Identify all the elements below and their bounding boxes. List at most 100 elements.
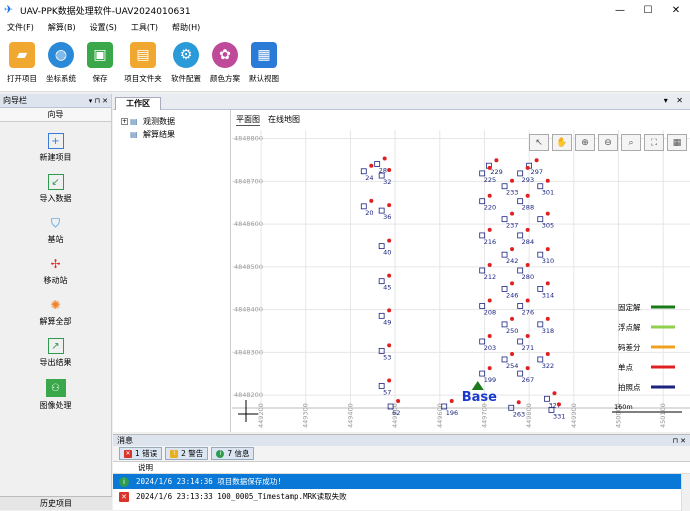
tab-controls-icon[interactable]: ▾ ✕	[664, 96, 686, 105]
history-projects-tab[interactable]: 历史项目	[0, 496, 112, 510]
close-icon[interactable]: ✕	[662, 0, 690, 20]
single-point	[510, 351, 515, 356]
menu-settings[interactable]: 设置(S)	[83, 20, 124, 36]
coordinate-system-button[interactable]: ◍ 坐标系统	[43, 36, 79, 91]
single-point	[510, 178, 515, 183]
default-view-button[interactable]: ▦ 默认视图	[246, 36, 282, 91]
y-tick-label: 4848500	[234, 263, 263, 271]
filter-warnings-button[interactable]: ! 2 警告	[165, 447, 209, 460]
point-label: 271	[522, 344, 534, 352]
plan-chart[interactable]: 4848800 4848700 4848600 4848500 4848400 48483…	[232, 110, 690, 432]
point-label: 267	[522, 376, 534, 384]
info-icon: i	[119, 476, 129, 487]
base-station-icon: ⛉	[50, 215, 60, 230]
project-folder-button[interactable]: ▤ 项目文件夹	[121, 36, 165, 91]
single-point	[487, 262, 492, 267]
single-point	[396, 399, 401, 403]
export-icon: ↗	[47, 338, 64, 354]
navigator-header: 向导	[0, 108, 111, 122]
point-label: 242	[506, 257, 518, 265]
point-label: 237	[506, 222, 518, 230]
open-project-button[interactable]: ▰ 打开项目	[4, 36, 40, 91]
single-point	[487, 298, 492, 303]
zoom-window-icon[interactable]: ⌕	[621, 134, 641, 151]
x-tick-label: 450100	[659, 403, 667, 428]
point-label: 250	[506, 327, 518, 335]
single-point	[369, 163, 374, 168]
y-tick-label: 4848400	[234, 306, 263, 314]
nav-new-project[interactable]: + 新建项目	[0, 133, 111, 163]
single-point	[510, 247, 515, 252]
pin-icon[interactable]: ▾ ⊓ ✕	[89, 97, 108, 105]
x-tick-label: 449700	[480, 403, 488, 428]
pin-icon[interactable]: ⊓ ✕	[672, 437, 686, 445]
zoom-in-icon[interactable]: ⊕	[575, 134, 595, 151]
single-point	[487, 193, 492, 198]
menu-solve[interactable]: 解算(B)	[41, 20, 83, 36]
filter-info-button[interactable]: i 7 信息	[211, 447, 255, 460]
save-icon: ▣	[87, 42, 113, 68]
base-triangle	[471, 381, 484, 391]
tree-node-observation[interactable]: + ▤ 观测数据	[121, 116, 175, 127]
single-point	[545, 281, 550, 286]
tab-workspace[interactable]: 工作区	[115, 97, 161, 110]
message-row[interactable]: ✕ 2024/1/6 23:13:33 100_0005_Timestamp.M…	[113, 489, 690, 504]
plan-view[interactable]: 4848800 4848700 4848600 4848500 4848400 48483…	[232, 110, 690, 432]
tree-node-results[interactable]: ▤ 解算结果	[130, 129, 175, 140]
zoom-out-icon[interactable]: ⊖	[598, 134, 618, 151]
workspace-panel: 工作区 ▾ ✕ + ▤ 观测数据 ▤ 解算结果 4848800 4848700 48…	[113, 94, 690, 432]
single-point	[510, 281, 515, 286]
nav-base-station[interactable]: ⛉ 基站	[0, 215, 111, 245]
messages-title: 消息	[117, 436, 133, 445]
x-tick-label: 449600	[436, 403, 444, 428]
filter-errors-button[interactable]: ✕ 1 错误	[119, 447, 163, 460]
point-label: 49	[383, 318, 391, 326]
y-tick-label: 4848700	[234, 177, 263, 185]
single-point	[525, 165, 530, 170]
grid-icon[interactable]: ▦	[667, 134, 687, 151]
pointer-icon[interactable]: ↖	[529, 134, 549, 151]
x-tick-label: 449300	[302, 403, 310, 428]
project-tree: + ▤ 观测数据 ▤ 解算结果	[113, 110, 231, 432]
software-config-button[interactable]: ⚙ 软件配置	[168, 36, 204, 91]
menu-help[interactable]: 帮助(H)	[165, 20, 207, 36]
new-project-icon: +	[47, 133, 64, 149]
messages-scrollbar[interactable]	[681, 474, 690, 511]
nav-export-results[interactable]: ↗ 导出结果	[0, 338, 111, 368]
expand-icon[interactable]: +	[121, 118, 128, 125]
color-scheme-button[interactable]: ✿ 颜色方案	[207, 36, 243, 91]
settings-icon: ⚙	[173, 42, 199, 68]
point-label: 305	[542, 222, 554, 230]
rover-icon: ✢	[50, 257, 61, 271]
palette-icon: ✿	[212, 42, 238, 68]
zoom-extent-icon[interactable]: ⛶	[644, 134, 664, 151]
nav-rover[interactable]: ✢ 移动站	[0, 256, 111, 286]
nav-solve-all[interactable]: ✺ 解算全部	[0, 297, 111, 327]
message-row[interactable]: i 2024/1/6 23:14:36 项目数据保存成功!	[113, 474, 690, 489]
point-label: 203	[484, 344, 496, 352]
point-label: 199	[484, 376, 496, 384]
menu-file[interactable]: 文件(F)	[0, 20, 41, 36]
menu-tools[interactable]: 工具(T)	[124, 20, 165, 36]
single-point	[487, 165, 492, 170]
observation-data-icon: ▤	[130, 117, 138, 126]
globe-icon: ◍	[48, 42, 74, 68]
nav-import-data[interactable]: ↙ 导入数据	[0, 174, 111, 204]
save-button[interactable]: ▣ 保存	[82, 36, 118, 91]
single-point	[545, 351, 550, 356]
pan-hand-icon[interactable]: ✋	[552, 134, 572, 151]
point-label: 318	[542, 327, 554, 335]
single-point	[494, 158, 499, 163]
column-header-description[interactable]: 说明	[113, 462, 690, 474]
x-tick-label: 449900	[570, 403, 578, 428]
maximize-icon[interactable]: ☐	[634, 0, 662, 20]
nav-image-processing[interactable]: ⚇ 图像处理	[0, 379, 111, 411]
minimize-icon[interactable]: —	[606, 0, 634, 20]
y-tick-label: 4848600	[234, 220, 263, 228]
point-label: 20	[365, 209, 373, 217]
tab-plan-view[interactable]: 平面图	[236, 114, 260, 126]
single-point	[534, 158, 539, 163]
tab-online-map[interactable]: 在线地图	[268, 114, 300, 126]
point-label: 301	[542, 189, 554, 197]
messages-panel: 消息 ⊓ ✕ ✕ 1 错误 ! 2 警告 i 7 信息 说明 i 2024/1/…	[113, 434, 690, 511]
